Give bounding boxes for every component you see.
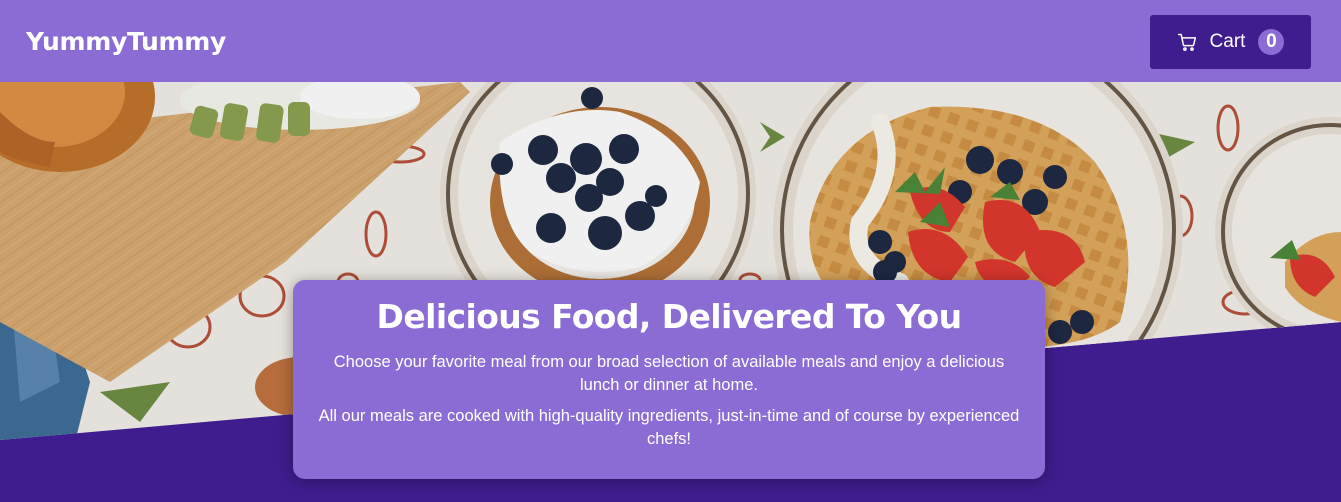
meals-summary-card: Delicious Food, Delivered To You Choose …: [293, 280, 1045, 479]
cart-icon: [1177, 32, 1197, 52]
cart-label: Cart: [1209, 31, 1246, 52]
hero-section: Delicious Food, Delivered To You Choose …: [0, 82, 1341, 502]
cart-button[interactable]: Cart 0: [1150, 15, 1311, 69]
top-header: YummyTummy Cart 0: [0, 0, 1341, 82]
summary-paragraph-selection: Choose your favorite meal from our broad…: [333, 353, 1005, 395]
summary-paragraph-quality: All our meals are cooked with high-quali…: [318, 407, 1020, 449]
app-logo: YummyTummy: [26, 26, 226, 56]
summary-title: Delicious Food, Delivered To You: [376, 297, 963, 336]
cart-count-badge: 0: [1258, 29, 1285, 55]
